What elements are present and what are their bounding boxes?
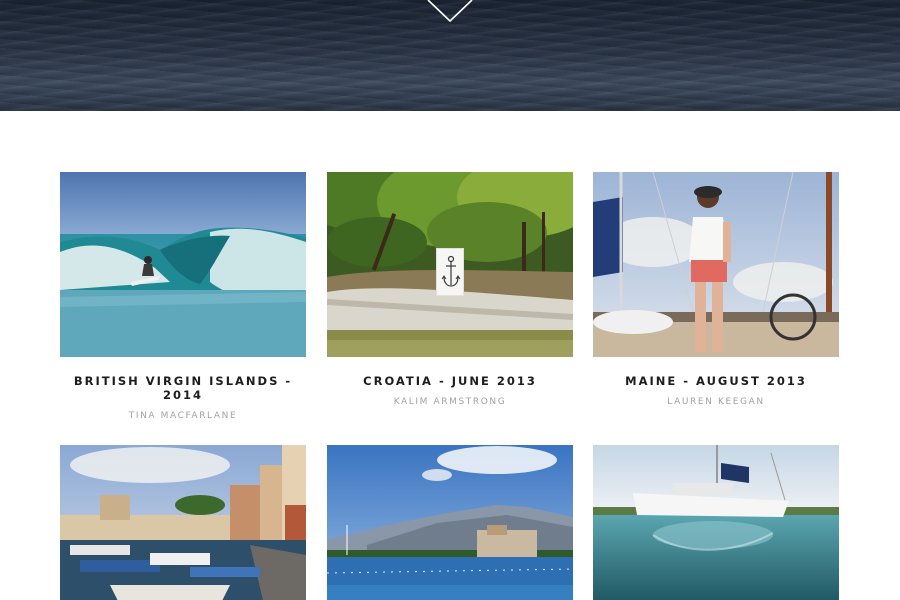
card-title[interactable]: CROATIA - JUNE 2013	[327, 374, 573, 388]
mountain-bay-photo[interactable]	[327, 445, 573, 600]
card-author: TINA MACFARLANE	[128, 411, 238, 421]
gallery-card[interactable]: BRITISH VIRGIN ISLANDS - 2014 TINA MACFA…	[60, 172, 306, 421]
gallery-card[interactable]: MAINE - AUGUST 2013 LAUREN KEEGAN	[593, 172, 839, 407]
gallery-card[interactable]: CROATIA - JUNE 2013 KALIM ARMSTRONG	[327, 172, 573, 407]
hero-ocean-banner	[0, 0, 900, 111]
chevron-down-icon[interactable]	[425, 0, 475, 24]
card-author: KALIM ARMSTRONG	[393, 397, 507, 407]
gallery-card[interactable]	[327, 445, 573, 600]
gallery-card[interactable]	[593, 445, 839, 600]
sailboat-deck-photo[interactable]	[593, 172, 839, 357]
gallery-card[interactable]	[60, 445, 306, 600]
anchor-badge	[436, 248, 464, 296]
card-title[interactable]: BRITISH VIRGIN ISLANDS - 2014	[60, 374, 306, 402]
anchor-icon	[441, 255, 461, 287]
card-title[interactable]: MAINE - AUGUST 2013	[593, 374, 839, 388]
card-author: LAUREN KEEGAN	[667, 397, 765, 407]
harbor-boats-photo[interactable]	[60, 445, 306, 600]
rocky-shore-pines-photo[interactable]	[327, 172, 573, 357]
catamaran-underwater-photo[interactable]	[593, 445, 839, 600]
surf-wave-photo[interactable]	[60, 172, 306, 357]
